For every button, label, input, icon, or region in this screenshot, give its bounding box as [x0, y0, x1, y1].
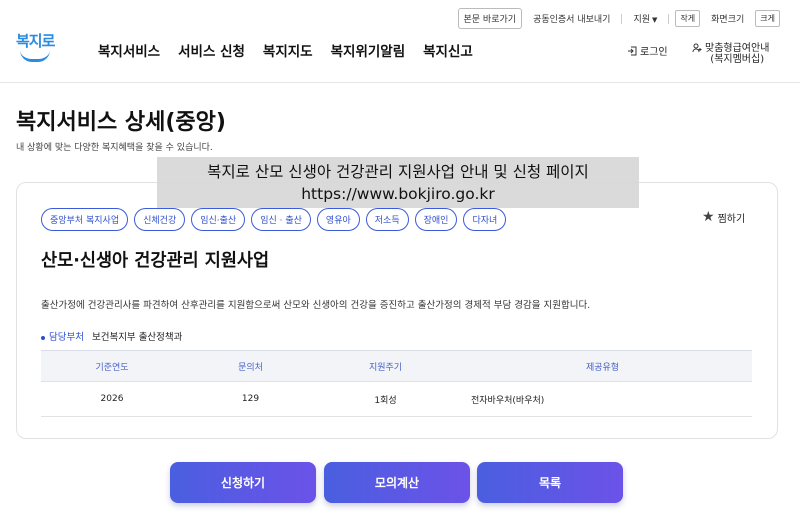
chevron-down-icon: ▼: [652, 16, 658, 24]
table-cell-type: 전자바우처(바우처): [453, 381, 752, 417]
simulate-button[interactable]: 모의계산: [324, 462, 470, 503]
logo-text: 복지로: [16, 32, 55, 50]
caption-url: https://www.bokjiro.go.kr: [301, 185, 495, 203]
tag-item[interactable]: 저소득: [365, 208, 409, 231]
header-divider: [0, 82, 800, 83]
nav-crisis-alert[interactable]: 복지위기알림: [331, 40, 406, 60]
tag-item[interactable]: 영유아: [316, 208, 360, 231]
login-link[interactable]: 로그인: [627, 43, 668, 58]
department-row: 담당부처 보건복지부 출산정책과: [41, 329, 182, 343]
screen-size-label: 화면크기: [711, 15, 745, 25]
nav-welfare-map[interactable]: 복지지도: [263, 40, 313, 60]
table-row: 2026 129 1회성 전자바우처(바우처): [41, 381, 752, 417]
caption-title: 복지로 산모 신생아 건강관리 지원사업 안내 및 신청 페이지: [207, 163, 589, 181]
star-icon: ★: [702, 209, 715, 225]
support-label: 지원: [633, 15, 651, 25]
favorite-button[interactable]: ★ 찜하기: [702, 209, 745, 225]
page-title: 복지서비스 상세(중앙): [16, 110, 226, 135]
table-header: 지원주기: [318, 350, 453, 382]
custom-benefit-link[interactable]: 맞춤형급여안내 (복지멤버십): [692, 43, 769, 65]
utility-bar: 본문 바로가기 공동인증서 내보내기 지원 ▼ 작게 화면크기 크게: [457, 8, 780, 29]
tag-list: 중앙부처 복지사업 신체건강 임신·출산 임신 · 출산 영유아 저소득 장애인…: [41, 208, 507, 231]
table-cell-cycle: 1회성: [318, 381, 453, 417]
table-cell-year: 2026: [41, 381, 183, 417]
logo-smile-icon: [20, 50, 50, 62]
font-large-button[interactable]: 크게: [755, 10, 780, 27]
table-header: 제공유형: [453, 350, 752, 382]
apply-button[interactable]: 신청하기: [170, 462, 316, 503]
skip-to-content-link[interactable]: 본문 바로가기: [457, 8, 523, 29]
custom-benefit-label: 맞춤형급여안내: [705, 43, 770, 54]
membership-label: (복지멤버십): [710, 54, 765, 65]
tag-item[interactable]: 중앙부처 복지사업: [41, 208, 129, 231]
support-menu[interactable]: 지원 ▼: [628, 9, 662, 28]
divider: [668, 13, 670, 24]
department-label-text: 담당부처: [49, 332, 84, 343]
caption-overlay: 복지로 산모 신생아 건강관리 지원사업 안내 및 신청 페이지 https:/…: [157, 157, 639, 208]
service-title: 산모·신생아 건강관리 지원사업: [41, 251, 270, 271]
tag-item[interactable]: 다자녀: [463, 208, 507, 231]
table-header: 기준연도: [41, 350, 183, 382]
cert-export-link[interactable]: 공동인증서 내보내기: [528, 9, 615, 28]
table-header: 문의처: [183, 350, 318, 382]
nav-welfare-report[interactable]: 복지신고: [423, 40, 473, 60]
main-nav: 복지서비스 서비스 신청 복지지도 복지위기알림 복지신고: [98, 40, 473, 60]
nav-welfare-services[interactable]: 복지서비스: [98, 40, 160, 60]
table-header-row: 기준연도 문의처 지원주기 제공유형: [41, 350, 752, 382]
service-description: 출산가정에 건강관리사를 파견하여 산후관리를 지원함으로써 산모와 신생아의 …: [41, 300, 591, 311]
service-info-table: 기준연도 문의처 지원주기 제공유형 2026 129 1회성 전자바우처(바우…: [41, 350, 752, 417]
login-label: 로그인: [640, 47, 668, 58]
bullet-icon: [41, 336, 45, 340]
favorite-label: 찜하기: [717, 213, 746, 225]
divider: [621, 13, 623, 24]
bokjiro-logo[interactable]: 복지로: [16, 30, 56, 66]
user-icon: [692, 43, 702, 53]
list-button[interactable]: 목록: [477, 462, 623, 503]
tag-item[interactable]: 신체건강: [134, 208, 186, 231]
department-label: 담당부처: [41, 329, 84, 343]
page-subtitle: 내 상황에 맞는 다양한 복지혜택을 찾을 수 있습니다.: [16, 143, 213, 153]
login-icon: [628, 46, 637, 55]
font-small-button[interactable]: 작게: [675, 10, 701, 27]
tag-item[interactable]: 장애인: [414, 208, 458, 231]
table-cell-contact: 129: [183, 381, 318, 417]
department-value: 보건복지부 출산정책과: [91, 332, 183, 343]
tag-item[interactable]: 임신·출산: [191, 208, 246, 231]
tag-item[interactable]: 임신 · 출산: [251, 208, 311, 231]
nav-service-apply[interactable]: 서비스 신청: [178, 40, 245, 60]
